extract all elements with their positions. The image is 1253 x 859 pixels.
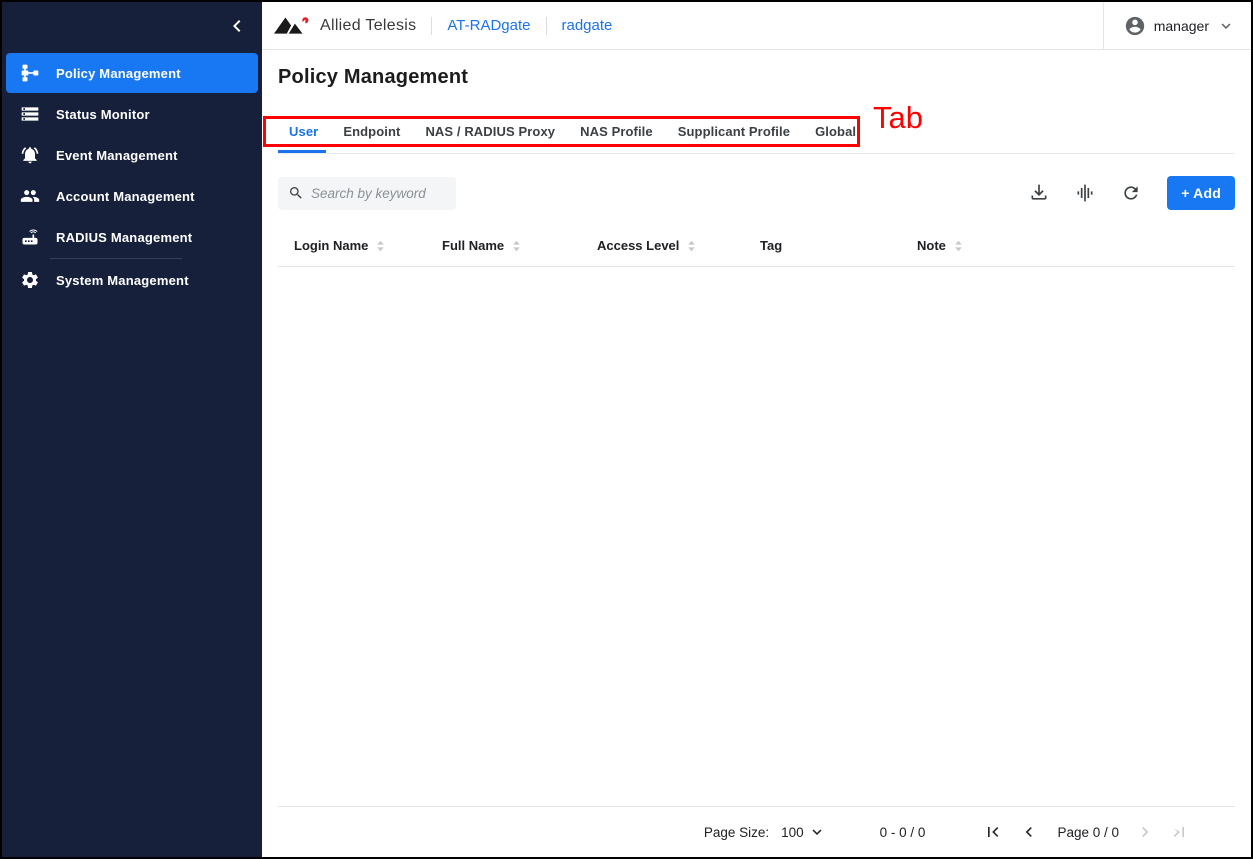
column-header-note[interactable]: Note: [901, 238, 1235, 253]
device-link[interactable]: radgate: [562, 17, 613, 34]
page-content: Policy Management User Endpoint NAS / RA…: [262, 50, 1251, 857]
sidebar-item-event-management[interactable]: Event Management: [6, 135, 258, 175]
annotation-label: Tab: [873, 102, 923, 133]
search-icon: [288, 185, 304, 201]
table-header-row: Login Name Full Name Access Level: [278, 225, 1235, 267]
chevron-right-icon: [1135, 822, 1155, 842]
last-page-icon: [1169, 822, 1189, 842]
brand-name: Allied Telesis: [320, 17, 416, 35]
sidebar-header: [2, 2, 262, 50]
page-size-value: 100: [781, 825, 804, 840]
table-body-empty: [278, 267, 1235, 806]
page-indicator-text: Page 0 / 0: [1057, 825, 1119, 840]
main-area: Allied Telesis AT-RADgate radgate manage…: [262, 2, 1251, 857]
next-page-button[interactable]: [1133, 820, 1157, 844]
chevron-left-icon: [1019, 822, 1039, 842]
sort-icon: [510, 239, 523, 253]
first-page-icon: [983, 822, 1003, 842]
sidebar-collapse-button[interactable]: [224, 13, 250, 39]
tab-global[interactable]: Global: [804, 124, 867, 139]
user-avatar-icon: [1124, 15, 1146, 37]
column-header-access-level[interactable]: Access Level: [581, 238, 744, 253]
sidebar-item-label: Policy Management: [56, 66, 181, 81]
column-settings-button[interactable]: [1073, 181, 1097, 205]
tab-nas-radius-proxy[interactable]: NAS / RADIUS Proxy: [414, 124, 566, 139]
refresh-icon: [1121, 183, 1141, 203]
chevron-down-icon: [808, 823, 826, 841]
tab-nas-profile[interactable]: NAS Profile: [569, 124, 664, 139]
column-label: Full Name: [442, 238, 504, 253]
chevron-down-icon: [1217, 17, 1235, 35]
sidebar-divider: [50, 258, 182, 259]
tab-bar-annotation-box: User Endpoint NAS / RADIUS Proxy NAS Pro…: [263, 116, 860, 147]
sidebar-item-label: System Management: [56, 273, 189, 288]
column-label: Note: [917, 238, 946, 253]
tabs-divider-line: [278, 153, 1235, 154]
sidebar-item-label: RADIUS Management: [56, 230, 192, 245]
chevron-left-icon: [225, 14, 249, 38]
pagination-bar: Page Size: 100 0 - 0 / 0 Page 0 / 0: [278, 806, 1235, 857]
product-link[interactable]: AT-RADgate: [447, 17, 530, 34]
sidebar-item-account-management[interactable]: Account Management: [6, 176, 258, 216]
tabs-area: User Endpoint NAS / RADIUS Proxy NAS Pro…: [263, 116, 1235, 147]
tab-supplicant-profile[interactable]: Supplicant Profile: [667, 124, 801, 139]
column-label: Login Name: [294, 238, 368, 253]
brand-logo: Allied Telesis: [274, 14, 416, 38]
router-icon: [20, 227, 40, 247]
previous-page-button[interactable]: [1017, 820, 1041, 844]
first-page-button[interactable]: [981, 820, 1005, 844]
column-header-login-name[interactable]: Login Name: [278, 238, 426, 253]
download-icon: [1029, 183, 1049, 203]
refresh-button[interactable]: [1119, 181, 1143, 205]
last-page-button[interactable]: [1167, 820, 1191, 844]
page-title: Policy Management: [278, 66, 1235, 89]
bell-icon: [20, 145, 40, 165]
toolbar: + Add: [278, 176, 1235, 210]
sort-icon: [952, 239, 965, 253]
tab-endpoint[interactable]: Endpoint: [332, 124, 411, 139]
people-icon: [20, 186, 40, 206]
gear-icon: [20, 270, 40, 290]
add-button[interactable]: + Add: [1167, 176, 1235, 210]
column-header-full-name[interactable]: Full Name: [426, 238, 581, 253]
column-label: Tag: [760, 238, 782, 253]
column-header-tag[interactable]: Tag: [744, 238, 901, 253]
row-range-text: 0 - 0 / 0: [880, 825, 926, 840]
page-size-label: Page Size:: [704, 825, 769, 840]
sidebar-item-system-management[interactable]: System Management: [6, 260, 258, 300]
user-menu[interactable]: manager: [1104, 2, 1251, 50]
sidebar-nav: Policy Management Status Monitor Event M…: [2, 50, 262, 301]
sort-icon: [685, 239, 698, 253]
download-button[interactable]: [1027, 181, 1051, 205]
topbar: Allied Telesis AT-RADgate radgate manage…: [262, 2, 1251, 50]
active-tab-indicator: [278, 150, 326, 153]
allied-telesis-logo-icon: [274, 14, 312, 38]
policy-tree-icon: [20, 63, 40, 83]
search-box: [278, 177, 456, 210]
divider: [431, 17, 432, 35]
sidebar-item-label: Status Monitor: [56, 107, 150, 122]
sidebar-item-label: Account Management: [56, 189, 195, 204]
column-label: Access Level: [597, 238, 679, 253]
list-rows-icon: [20, 104, 40, 124]
sort-icon: [374, 239, 387, 253]
sidebar: Policy Management Status Monitor Event M…: [2, 2, 262, 857]
page-size-select[interactable]: 100: [781, 823, 826, 841]
search-input[interactable]: [311, 186, 446, 201]
divider: [546, 17, 547, 35]
sidebar-item-label: Event Management: [56, 148, 178, 163]
user-name: manager: [1154, 18, 1209, 34]
tabs-underline: [278, 147, 1235, 154]
tab-user[interactable]: User: [278, 124, 329, 139]
sidebar-item-status-monitor[interactable]: Status Monitor: [6, 94, 258, 134]
app-window: Policy Management Status Monitor Event M…: [0, 0, 1253, 859]
sidebar-item-policy-management[interactable]: Policy Management: [6, 53, 258, 93]
sidebar-item-radius-management[interactable]: RADIUS Management: [6, 217, 258, 257]
columns-eq-icon: [1075, 183, 1095, 203]
